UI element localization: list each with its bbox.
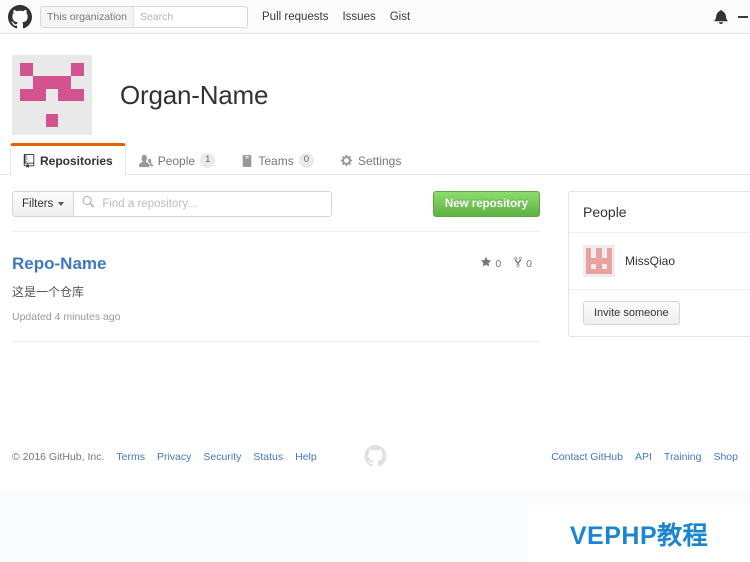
- footer-link-api[interactable]: API: [635, 451, 652, 463]
- repository-name-link[interactable]: Repo-Name: [12, 254, 106, 273]
- fork-icon: [513, 256, 523, 271]
- people-card: People MissQiao Invite someone: [568, 191, 750, 337]
- organization-header: Organ-Name: [0, 34, 750, 142]
- search-icon: [82, 195, 95, 213]
- people-card-body: MissQiao: [569, 233, 750, 290]
- github-mark-icon[interactable]: [8, 4, 32, 29]
- fork-count-value: 0: [526, 257, 532, 270]
- footer-link-privacy[interactable]: Privacy: [157, 451, 191, 463]
- github-mark-icon: [364, 444, 387, 470]
- bell-icon[interactable]: [714, 9, 728, 24]
- top-nav-right-actions: [714, 0, 750, 33]
- footer-right-links: Contact GitHub API Training Shop: [539, 451, 738, 463]
- find-repository-input[interactable]: [100, 197, 323, 211]
- filters-button-label: Filters: [22, 198, 54, 210]
- footer-link-help[interactable]: Help: [295, 451, 317, 463]
- tab-settings-label: Settings: [358, 153, 402, 168]
- nav-link-pull-requests[interactable]: Pull requests: [262, 11, 328, 23]
- tab-people[interactable]: People 1: [126, 145, 229, 175]
- fork-count[interactable]: 0: [513, 256, 532, 271]
- filters-button[interactable]: Filters: [13, 192, 75, 216]
- footer-link-shop[interactable]: Shop: [713, 451, 738, 463]
- repositories-column: Filters New repository Repo-Name 这是一个仓库: [0, 191, 540, 447]
- list-item[interactable]: MissQiao: [583, 245, 750, 277]
- repository-toolbar: Filters New repository: [12, 191, 540, 217]
- repository-list-divider: [12, 341, 540, 342]
- nav-link-issues[interactable]: Issues: [342, 11, 375, 23]
- star-count[interactable]: 0: [480, 256, 501, 271]
- star-count-value: 0: [495, 257, 502, 270]
- new-repository-button[interactable]: New repository: [432, 191, 540, 217]
- footer-link-terms[interactable]: Terms: [116, 451, 145, 463]
- watermark-text: VEPHP教程: [569, 521, 709, 550]
- tab-people-label: People: [157, 153, 196, 168]
- copyright-text: © 2016 GitHub, Inc.: [12, 451, 105, 463]
- member-name: MissQiao: [625, 254, 676, 268]
- top-nav-links: Pull requests Issues Gist: [262, 11, 410, 23]
- footer-link-contact-github[interactable]: Contact GitHub: [551, 451, 623, 463]
- page-body: Filters New repository Repo-Name 这是一个仓库: [0, 175, 750, 447]
- footer-link-training[interactable]: Training: [664, 451, 702, 463]
- tab-settings[interactable]: Settings: [327, 145, 414, 175]
- plus-icon[interactable]: [738, 15, 748, 18]
- repository-updated-time: Updated 4 minutes ago: [12, 311, 121, 323]
- teams-icon: [241, 154, 253, 168]
- tab-repositories-label: Repositories: [40, 153, 113, 168]
- people-icon: [138, 154, 153, 168]
- repository-meta: 0 0: [480, 256, 532, 271]
- repository-list-item: Repo-Name 这是一个仓库 Updated 4 minutes ago 0: [12, 231, 540, 341]
- global-search[interactable]: This organization: [40, 5, 248, 28]
- footer-link-security[interactable]: Security: [203, 451, 241, 463]
- people-card-footer: Invite someone: [569, 290, 750, 336]
- tab-teams-count: 0: [298, 153, 314, 168]
- gear-icon: [340, 154, 353, 167]
- page-title: Organ-Name: [120, 79, 269, 110]
- tab-repositories[interactable]: Repositories: [10, 143, 126, 175]
- identicon-avatar: [583, 245, 615, 277]
- tab-teams-label: Teams: [258, 153, 294, 168]
- footer-left-links: © 2016 GitHub, Inc. Terms Privacy Securi…: [12, 451, 317, 463]
- top-navigation-bar: This organization Pull requests Issues G…: [0, 0, 750, 34]
- identicon-avatar: [12, 55, 92, 135]
- star-icon: [480, 256, 492, 271]
- tab-people-count: 1: [200, 153, 216, 168]
- search-input[interactable]: [133, 6, 247, 27]
- chevron-down-icon: [58, 202, 65, 206]
- footer-link-status[interactable]: Status: [253, 451, 283, 463]
- sidebar-column: People MissQiao Invite someone: [540, 191, 750, 447]
- watermark: VEPHP教程: [528, 505, 750, 562]
- people-card-title: People: [569, 192, 750, 233]
- invite-someone-button[interactable]: Invite someone: [583, 301, 680, 325]
- nav-link-gist[interactable]: Gist: [390, 11, 410, 23]
- page-footer: © 2016 GitHub, Inc. Terms Privacy Securi…: [0, 440, 750, 474]
- tab-teams[interactable]: Teams 0: [228, 145, 327, 175]
- organization-tabs: Repositories People 1 Teams 0 Settings: [0, 142, 750, 175]
- repository-description: 这是一个仓库: [12, 285, 85, 299]
- repo-icon: [23, 153, 35, 168]
- search-scope-label: This organization: [41, 6, 134, 27]
- repository-filter-group: Filters: [12, 191, 332, 217]
- repository-list: Repo-Name 这是一个仓库 Updated 4 minutes ago 0: [12, 231, 540, 342]
- find-repository-wrap[interactable]: [74, 192, 331, 216]
